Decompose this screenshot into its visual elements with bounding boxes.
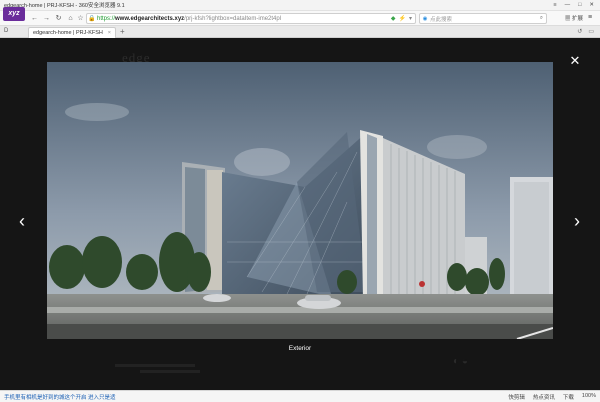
- sidebar-toggle-icon[interactable]: D: [4, 28, 8, 34]
- refresh-icon[interactable]: ↻: [54, 14, 63, 23]
- status-bar: 手机里有相机是好到的城这个开启 进入只是适 快剪辑 热点资讯 下载 100%: [0, 390, 600, 402]
- forward-icon[interactable]: →: [42, 14, 51, 23]
- status-item-news[interactable]: 热点资讯: [533, 393, 555, 401]
- navigation-bar: ← → ↻ ⌂ ☆ 🔒 https:// www.edgearchitects.…: [0, 11, 600, 26]
- extensions-label: 扩展: [572, 16, 584, 22]
- restore-tab-icon[interactable]: ↺: [577, 28, 582, 35]
- lightbox-caption: Exterior: [288, 345, 312, 352]
- browser-menu-icon[interactable]: ≡: [588, 14, 592, 21]
- zoom-level[interactable]: 100%: [582, 393, 596, 401]
- search-icon[interactable]: ⌕: [540, 15, 546, 22]
- extensions-button[interactable]: ▦ 扩展: [565, 14, 583, 22]
- window-controls: ≡ — □ ✕: [553, 2, 600, 8]
- background-share-icons: ◐ ◒: [453, 356, 468, 367]
- status-download[interactable]: 下载: [563, 393, 574, 401]
- url-path: /prj-kfsh?lightbox=dataItem-ime2t4pl: [184, 15, 282, 22]
- status-item-clip[interactable]: 快剪辑: [508, 393, 525, 401]
- close-window-button[interactable]: ✕: [589, 2, 594, 8]
- tab-bar: D edgearch-home | PRJ-KFSH × + ↺ ▭: [0, 26, 600, 38]
- lightbox-prev-button[interactable]: ‹: [14, 210, 30, 232]
- dropdown-chevron-icon[interactable]: ▾: [409, 15, 412, 22]
- search-engine-icon: ◉: [422, 15, 428, 22]
- status-news-link[interactable]: 手机里有相机是好到的城这个开启 进入只是适: [0, 393, 116, 401]
- url-protocol: https://: [97, 15, 116, 22]
- home-icon[interactable]: ⌂: [66, 14, 75, 23]
- background-text-line: [140, 370, 200, 373]
- menu-icon[interactable]: ≡: [553, 2, 556, 8]
- tab-active[interactable]: edgearch-home | PRJ-KFSH ×: [28, 27, 116, 38]
- tab-close-icon[interactable]: ×: [108, 30, 111, 36]
- url-host: www.edgearchitects.xyz: [115, 15, 185, 22]
- tab-label: edgearch-home | PRJ-KFSH: [33, 30, 103, 36]
- back-icon[interactable]: ←: [30, 14, 39, 23]
- bookmark-star-icon[interactable]: ☆: [76, 14, 85, 23]
- new-tab-button[interactable]: +: [120, 27, 125, 36]
- lightning-icon[interactable]: ⚡: [399, 15, 406, 22]
- tab-list-icon[interactable]: ▭: [588, 28, 594, 35]
- security-shield-icon[interactable]: ◆: [391, 15, 396, 22]
- secure-lock-icon: 🔒: [88, 16, 96, 22]
- maximize-button[interactable]: □: [578, 2, 581, 8]
- background-text-line: [115, 364, 195, 367]
- lightbox-next-button[interactable]: ›: [569, 210, 585, 232]
- lightbox-image: [47, 62, 553, 339]
- address-bar[interactable]: 🔒 https:// www.edgearchitects.xyz /prj-k…: [86, 13, 416, 24]
- search-box[interactable]: ◉ 点此搜索 ⌕: [419, 13, 547, 24]
- lightbox-close-button[interactable]: ✕: [568, 54, 582, 68]
- minimize-button[interactable]: —: [565, 2, 571, 8]
- window-titlebar: edgearch-home | PRJ-KFSH - 360安全浏览器 9.1 …: [0, 0, 600, 11]
- search-placeholder: 点此搜索: [430, 16, 453, 23]
- page-content: edge ✕ ‹ › Exterior ◐ ◒: [0, 38, 600, 390]
- browser-logo: xyz: [3, 7, 25, 21]
